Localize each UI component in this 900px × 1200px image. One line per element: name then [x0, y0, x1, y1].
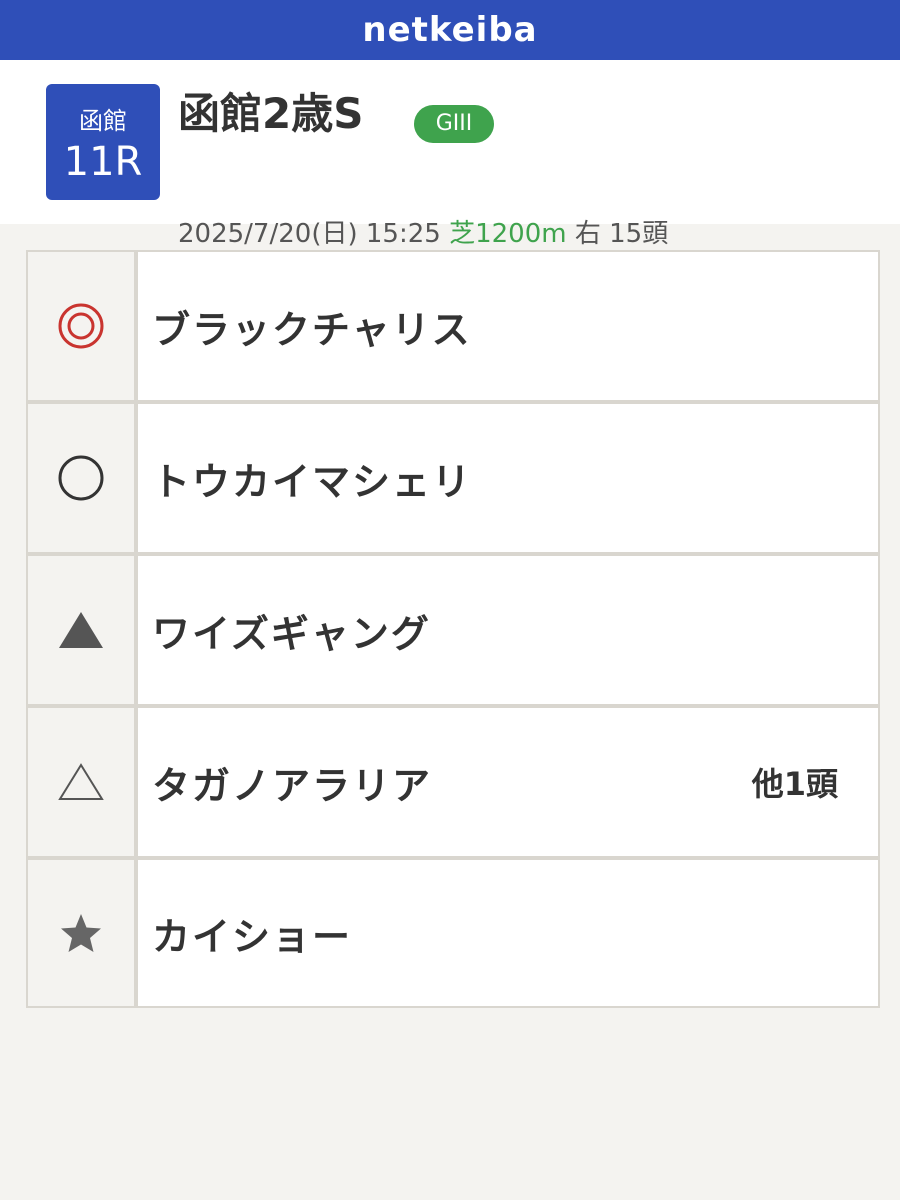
grade-badge: GIII — [414, 105, 494, 143]
race-header: 函館 11R 函館2歳S GIII 2025/7/20(日) 15:25 芝12… — [0, 60, 900, 249]
outline-triangle-icon — [58, 763, 104, 800]
netkeiba-logo[interactable]: netkeiba — [362, 10, 537, 50]
pick-row-honmei[interactable]: ブラックチャリス — [28, 252, 878, 404]
race-direction: 右 — [574, 219, 601, 249]
venue-label: 函館 — [79, 107, 127, 135]
horse-name[interactable]: トウカイマシェリ — [152, 451, 472, 506]
double-circle-icon — [58, 303, 104, 349]
horse-name[interactable]: ワイズギャング — [152, 603, 431, 658]
horse-name-cell: ワイズギャング — [138, 556, 878, 704]
horse-name-cell: トウカイマシェリ — [138, 404, 878, 552]
mark-cell — [28, 556, 138, 704]
mark-cell — [28, 404, 138, 552]
race-runners: 15頭 — [609, 219, 669, 249]
horse-name[interactable]: カイショー — [152, 906, 352, 961]
app-header: netkeiba — [0, 0, 900, 60]
race-surface-distance: 芝1200m — [449, 219, 567, 249]
race-title: 函館2歳S — [178, 89, 364, 138]
race-number-label: 11R — [63, 139, 143, 185]
circle-icon — [58, 455, 104, 501]
pick-row-renka[interactable]: タガノアラリア 他1頭 — [28, 708, 878, 860]
race-date: 2025/7/20(日) — [178, 219, 358, 249]
race-time: 15:25 — [365, 219, 441, 249]
mark-cell — [28, 860, 138, 1006]
star-icon — [61, 914, 101, 952]
mark-cell — [28, 708, 138, 856]
mark-cell — [28, 252, 138, 400]
horse-name[interactable]: タガノアラリア — [152, 755, 432, 810]
horse-name[interactable]: ブラックチャリス — [152, 299, 472, 354]
race-number-badge: 函館 11R — [46, 84, 160, 200]
pick-row-tanana[interactable]: ワイズギャング — [28, 556, 878, 708]
pick-row-hoshi[interactable]: カイショー — [28, 860, 878, 1006]
horse-name-cell: タガノアラリア 他1頭 — [138, 708, 878, 856]
prediction-table: ブラックチャリス トウカイマシェリ ワイズギャング タガノアラリア 他1頭 カイ… — [26, 250, 880, 1008]
horse-name-cell: カイショー — [138, 860, 878, 1006]
other-horses-note: 他1頭 — [751, 765, 838, 803]
race-info: 2025/7/20(日) 15:25 芝1200m 右 15頭 — [178, 213, 668, 250]
horse-name-cell: ブラックチャリス — [138, 252, 878, 400]
filled-triangle-icon — [59, 612, 103, 648]
pick-row-taikou[interactable]: トウカイマシェリ — [28, 404, 878, 556]
